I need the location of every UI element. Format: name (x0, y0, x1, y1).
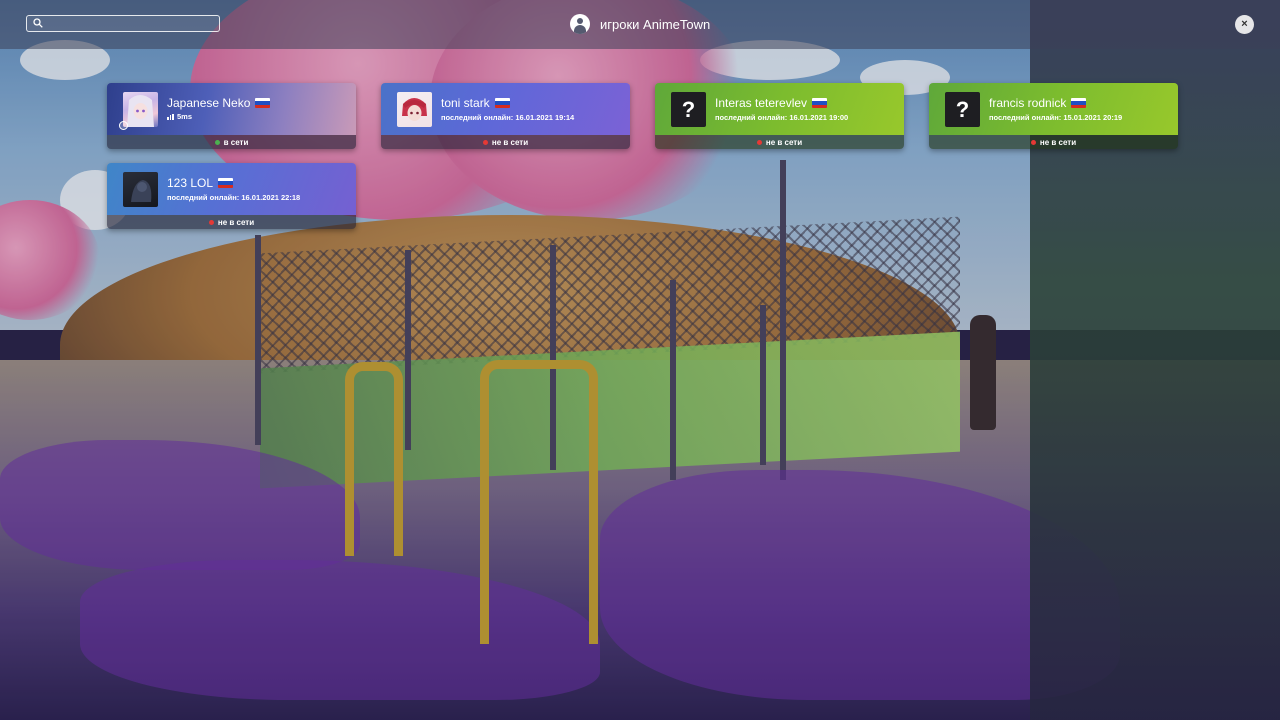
ping-indicator: 5ms (167, 112, 192, 121)
last-online: последний онлайн: 16.01.2021 19:00 (715, 113, 849, 122)
search-box[interactable] (26, 15, 220, 32)
status-bar: не в сети (929, 135, 1178, 149)
player-avatar (123, 172, 158, 207)
russia-flag-icon (812, 98, 828, 108)
russia-flag-icon (255, 98, 271, 108)
player-card-francis-rodnick[interactable]: ? francis rodnick последний онлайн: 15.0… (929, 83, 1178, 149)
player-name: Interas teterevlev (715, 96, 808, 110)
signal-icon (167, 113, 174, 120)
status-dot-offline (482, 139, 488, 145)
player-card-toni-stark[interactable]: toni stark последний онлайн: 16.01.2021 … (381, 83, 630, 149)
status-bar: не в сети (655, 135, 904, 149)
russia-flag-icon (494, 98, 510, 108)
player-card-japanese-neko[interactable]: Japanese Neko 5ms в сети (107, 83, 356, 149)
status-dot-offline (756, 139, 762, 145)
last-online: последний онлайн: 16.01.2021 19:14 (441, 113, 575, 122)
close-button[interactable]: × (1235, 15, 1254, 34)
player-card-123-lol[interactable]: 123 LOL последний онлайн: 16.01.2021 22:… (107, 163, 356, 229)
last-online: последний онлайн: 15.01.2021 20:19 (989, 113, 1123, 122)
search-input[interactable] (47, 16, 215, 31)
status-bar: не в сети (107, 215, 356, 229)
status-bar: в сети (107, 135, 356, 149)
top-bar: игроки AnimeTown × (0, 0, 1280, 49)
unknown-avatar: ? (945, 92, 980, 127)
unknown-avatar: ? (671, 92, 706, 127)
player-name: Japanese Neko (167, 96, 251, 110)
user-icon (570, 14, 590, 34)
ping-value: 5ms (177, 112, 193, 121)
player-name: francis rodnick (989, 96, 1067, 110)
player-avatar (397, 92, 432, 127)
search-icon (33, 18, 43, 28)
status-dot-online (214, 139, 220, 145)
status-text: не в сети (765, 137, 803, 147)
russia-flag-icon (1071, 98, 1087, 108)
player-name: 123 LOL (167, 176, 214, 190)
status-text: не в сети (491, 137, 529, 147)
page-title: игроки AnimeTown (600, 16, 711, 32)
status-dot-offline (1030, 139, 1036, 145)
player-card-interas-teterevlev[interactable]: ? Interas teterevlev последний онлайн: 1… (655, 83, 904, 149)
title-group: игроки AnimeTown (570, 14, 710, 34)
status-text: не в сети (217, 217, 255, 227)
player-name: toni stark (441, 96, 490, 110)
status-bar: не в сети (381, 135, 630, 149)
status-text: в сети (223, 137, 249, 147)
last-online: последний онлайн: 16.01.2021 22:18 (167, 193, 301, 202)
record-icon (119, 121, 128, 130)
russia-flag-icon (218, 178, 234, 188)
status-text: не в сети (1039, 137, 1077, 147)
status-dot-offline (208, 219, 214, 225)
player-avatar (123, 92, 158, 127)
